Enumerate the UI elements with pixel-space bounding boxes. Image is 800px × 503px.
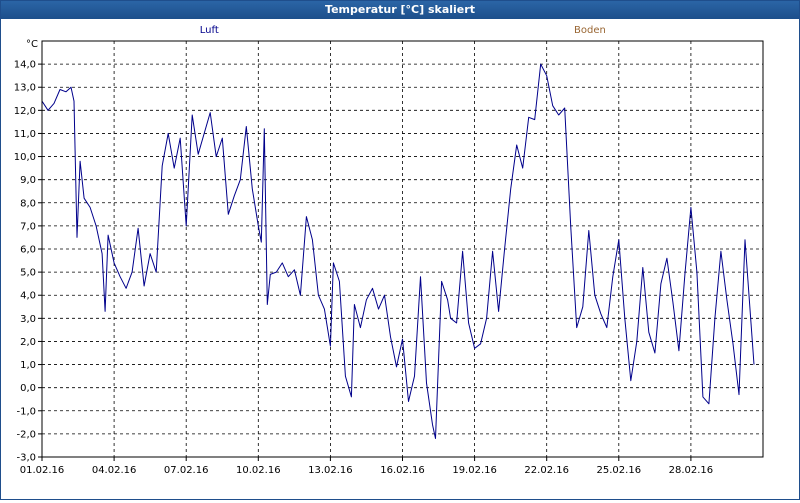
x-tick-label: 13.02.16 bbox=[308, 465, 353, 476]
chart-area: -3,0 -2,0 -1,0 0,0 1,0 2,0 3,0 4,0 5,0 6,0 7,0 8,0 9… bbox=[1, 20, 799, 499]
x-axis: 01.02.16 04.02.16 07.02.16 10.02.16 13.02.16… bbox=[20, 457, 713, 476]
y-tick-label: 2,0 bbox=[20, 337, 36, 348]
y-axis-unit-label: °C bbox=[26, 39, 38, 50]
grid-lines bbox=[42, 41, 763, 457]
x-tick-label: 22.02.16 bbox=[524, 465, 569, 476]
legend-entry-luft: Luft bbox=[200, 25, 219, 36]
y-tick-label: 4,0 bbox=[20, 291, 36, 302]
y-tick-label: 12,0 bbox=[14, 106, 36, 117]
y-tick-label: 7,0 bbox=[20, 221, 36, 232]
y-tick-label: 8,0 bbox=[20, 198, 36, 209]
y-tick-label: -2,0 bbox=[16, 429, 36, 440]
y-tick-label: 14,0 bbox=[14, 60, 36, 71]
legend: Luft Boden bbox=[200, 25, 606, 36]
series-group bbox=[41, 63, 755, 439]
x-tick-label: 07.02.16 bbox=[164, 465, 209, 476]
y-tick-label: 1,0 bbox=[20, 360, 36, 371]
y-tick-label: 6,0 bbox=[20, 245, 36, 256]
y-tick-label: 9,0 bbox=[20, 175, 36, 186]
x-tick-label: 16.02.16 bbox=[380, 465, 425, 476]
y-tick-label: 0,0 bbox=[20, 383, 36, 394]
x-tick-label: 04.02.16 bbox=[92, 465, 137, 476]
y-tick-label: -1,0 bbox=[16, 406, 36, 417]
y-tick-label: 5,0 bbox=[20, 268, 36, 279]
x-tick-label: 28.02.16 bbox=[669, 465, 714, 476]
x-tick-label: 10.02.16 bbox=[236, 465, 281, 476]
x-tick-label: 19.02.16 bbox=[452, 465, 497, 476]
y-tick-label: 3,0 bbox=[20, 314, 36, 325]
x-tick-label: 01.02.16 bbox=[20, 465, 65, 476]
temperature-chart: -3,0 -2,0 -1,0 0,0 1,0 2,0 3,0 4,0 5,0 6,0 7,0 8,0 9… bbox=[14, 25, 764, 476]
legend-entry-boden: Boden bbox=[574, 25, 606, 36]
y-tick-label: -3,0 bbox=[16, 453, 36, 464]
x-tick-label: 25.02.16 bbox=[597, 465, 642, 476]
y-axis: -3,0 -2,0 -1,0 0,0 1,0 2,0 3,0 4,0 5,0 6,0 7,0 8,0 9… bbox=[14, 60, 42, 464]
y-tick-label: 11,0 bbox=[14, 129, 36, 140]
series-line-luft bbox=[41, 63, 755, 439]
chart-window: Temperatur [°C] skaliert -3,0 -2,0 -1,0 0,0… bbox=[0, 0, 800, 500]
window-title: Temperatur [°C] skaliert bbox=[1, 1, 799, 19]
y-tick-label: 13,0 bbox=[14, 83, 36, 94]
y-tick-label: 10,0 bbox=[14, 152, 36, 163]
